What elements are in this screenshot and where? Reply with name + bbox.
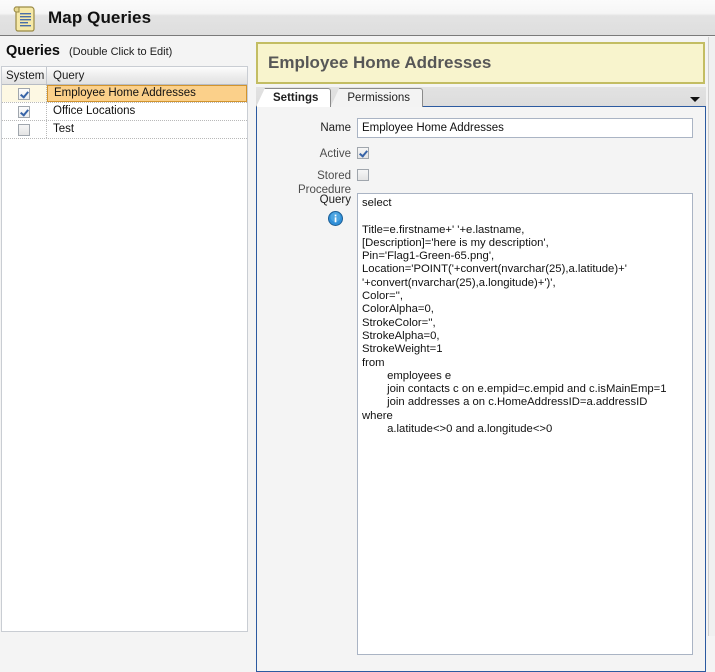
window-edge-strip — [708, 37, 715, 636]
query-title-banner: Employee Home Addresses — [256, 42, 705, 84]
query-textarea[interactable] — [357, 193, 693, 655]
scroll-document-icon — [12, 4, 38, 32]
column-header-system[interactable]: System — [2, 67, 47, 84]
system-checkbox[interactable] — [18, 87, 30, 100]
tab-settings[interactable]: Settings — [256, 88, 332, 107]
row-system-cell — [2, 103, 47, 120]
info-icon[interactable] — [328, 211, 343, 226]
queries-grid[interactable]: System Query Employee Home Addresses Off… — [1, 66, 248, 632]
column-header-query[interactable]: Query — [47, 67, 247, 84]
row-query-cell[interactable]: Employee Home Addresses — [47, 85, 247, 102]
queries-panel: Queries (Double Click to Edit) System Qu… — [0, 37, 253, 636]
chevron-down-icon[interactable] — [690, 97, 700, 102]
row-system-cell — [2, 85, 47, 102]
stored-procedure-checkbox[interactable] — [357, 169, 369, 181]
table-row[interactable]: Office Locations — [2, 103, 247, 121]
query-field-row: Query — [273, 193, 693, 655]
row-system-cell — [2, 121, 47, 138]
name-label: Name — [320, 122, 351, 134]
tab-permissions[interactable]: Permissions — [330, 88, 424, 107]
queries-heading-hint: (Double Click to Edit) — [69, 46, 173, 58]
table-row[interactable]: Test — [2, 121, 247, 139]
system-checkbox[interactable] — [18, 105, 30, 118]
settings-tab-panel: Name Active Stored Procedure Query — [256, 106, 706, 672]
queries-grid-body: Employee Home Addresses Office Locations… — [2, 85, 247, 139]
row-query-cell[interactable]: Office Locations — [47, 103, 247, 120]
query-detail-panel: Employee Home Addresses Settings Permiss… — [255, 37, 707, 672]
page-title: Employee Home Addresses — [268, 53, 492, 72]
tab-strip: Settings Permissions — [256, 87, 706, 107]
active-label: Active — [319, 148, 351, 160]
active-checkbox[interactable] — [357, 147, 369, 159]
query-label-wrap: Query — [273, 193, 357, 226]
query-label: Query — [319, 194, 351, 206]
queries-heading-label: Queries — [6, 43, 60, 59]
app-title: Map Queries — [48, 7, 152, 27]
system-checkbox[interactable] — [18, 123, 30, 136]
queries-panel-heading: Queries (Double Click to Edit) — [0, 37, 253, 64]
map-queries-window: Map Queries Queries (Double Click to Edi… — [0, 0, 715, 672]
queries-grid-header: System Query — [2, 66, 247, 85]
app-header: Map Queries — [0, 0, 715, 36]
active-field-row: Active — [273, 147, 693, 161]
name-field-row: Name — [273, 118, 693, 138]
row-query-cell[interactable]: Test — [47, 121, 247, 138]
table-row[interactable]: Employee Home Addresses — [2, 85, 247, 103]
name-input[interactable] — [357, 118, 693, 138]
